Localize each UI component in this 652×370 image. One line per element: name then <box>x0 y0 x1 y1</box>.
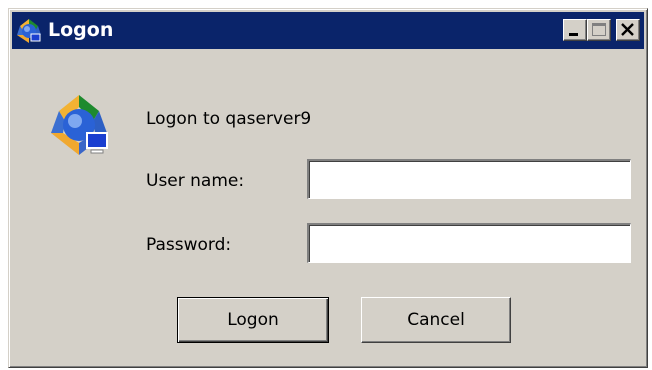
minimize-button[interactable] <box>563 19 587 41</box>
window-title: Logon <box>48 19 114 41</box>
close-icon <box>621 23 634 36</box>
logon-heading: Logon to qaserver9 <box>146 109 312 129</box>
username-input[interactable] <box>307 159 631 199</box>
minimize-icon <box>569 33 578 36</box>
maximize-button[interactable] <box>587 19 611 41</box>
password-label: Password: <box>146 235 232 255</box>
server-app-icon <box>17 19 41 43</box>
logon-button[interactable]: Logon <box>177 297 329 343</box>
username-label: User name: <box>146 171 245 191</box>
server-app-icon <box>51 95 108 155</box>
password-input[interactable] <box>307 223 631 263</box>
cancel-button[interactable]: Cancel <box>361 297 511 343</box>
maximize-icon <box>592 23 606 36</box>
title-bar[interactable]: Logon <box>12 12 644 49</box>
close-button[interactable] <box>616 19 640 41</box>
logon-window: Logon Logon to qaserver9 User name: Pass… <box>8 8 648 368</box>
